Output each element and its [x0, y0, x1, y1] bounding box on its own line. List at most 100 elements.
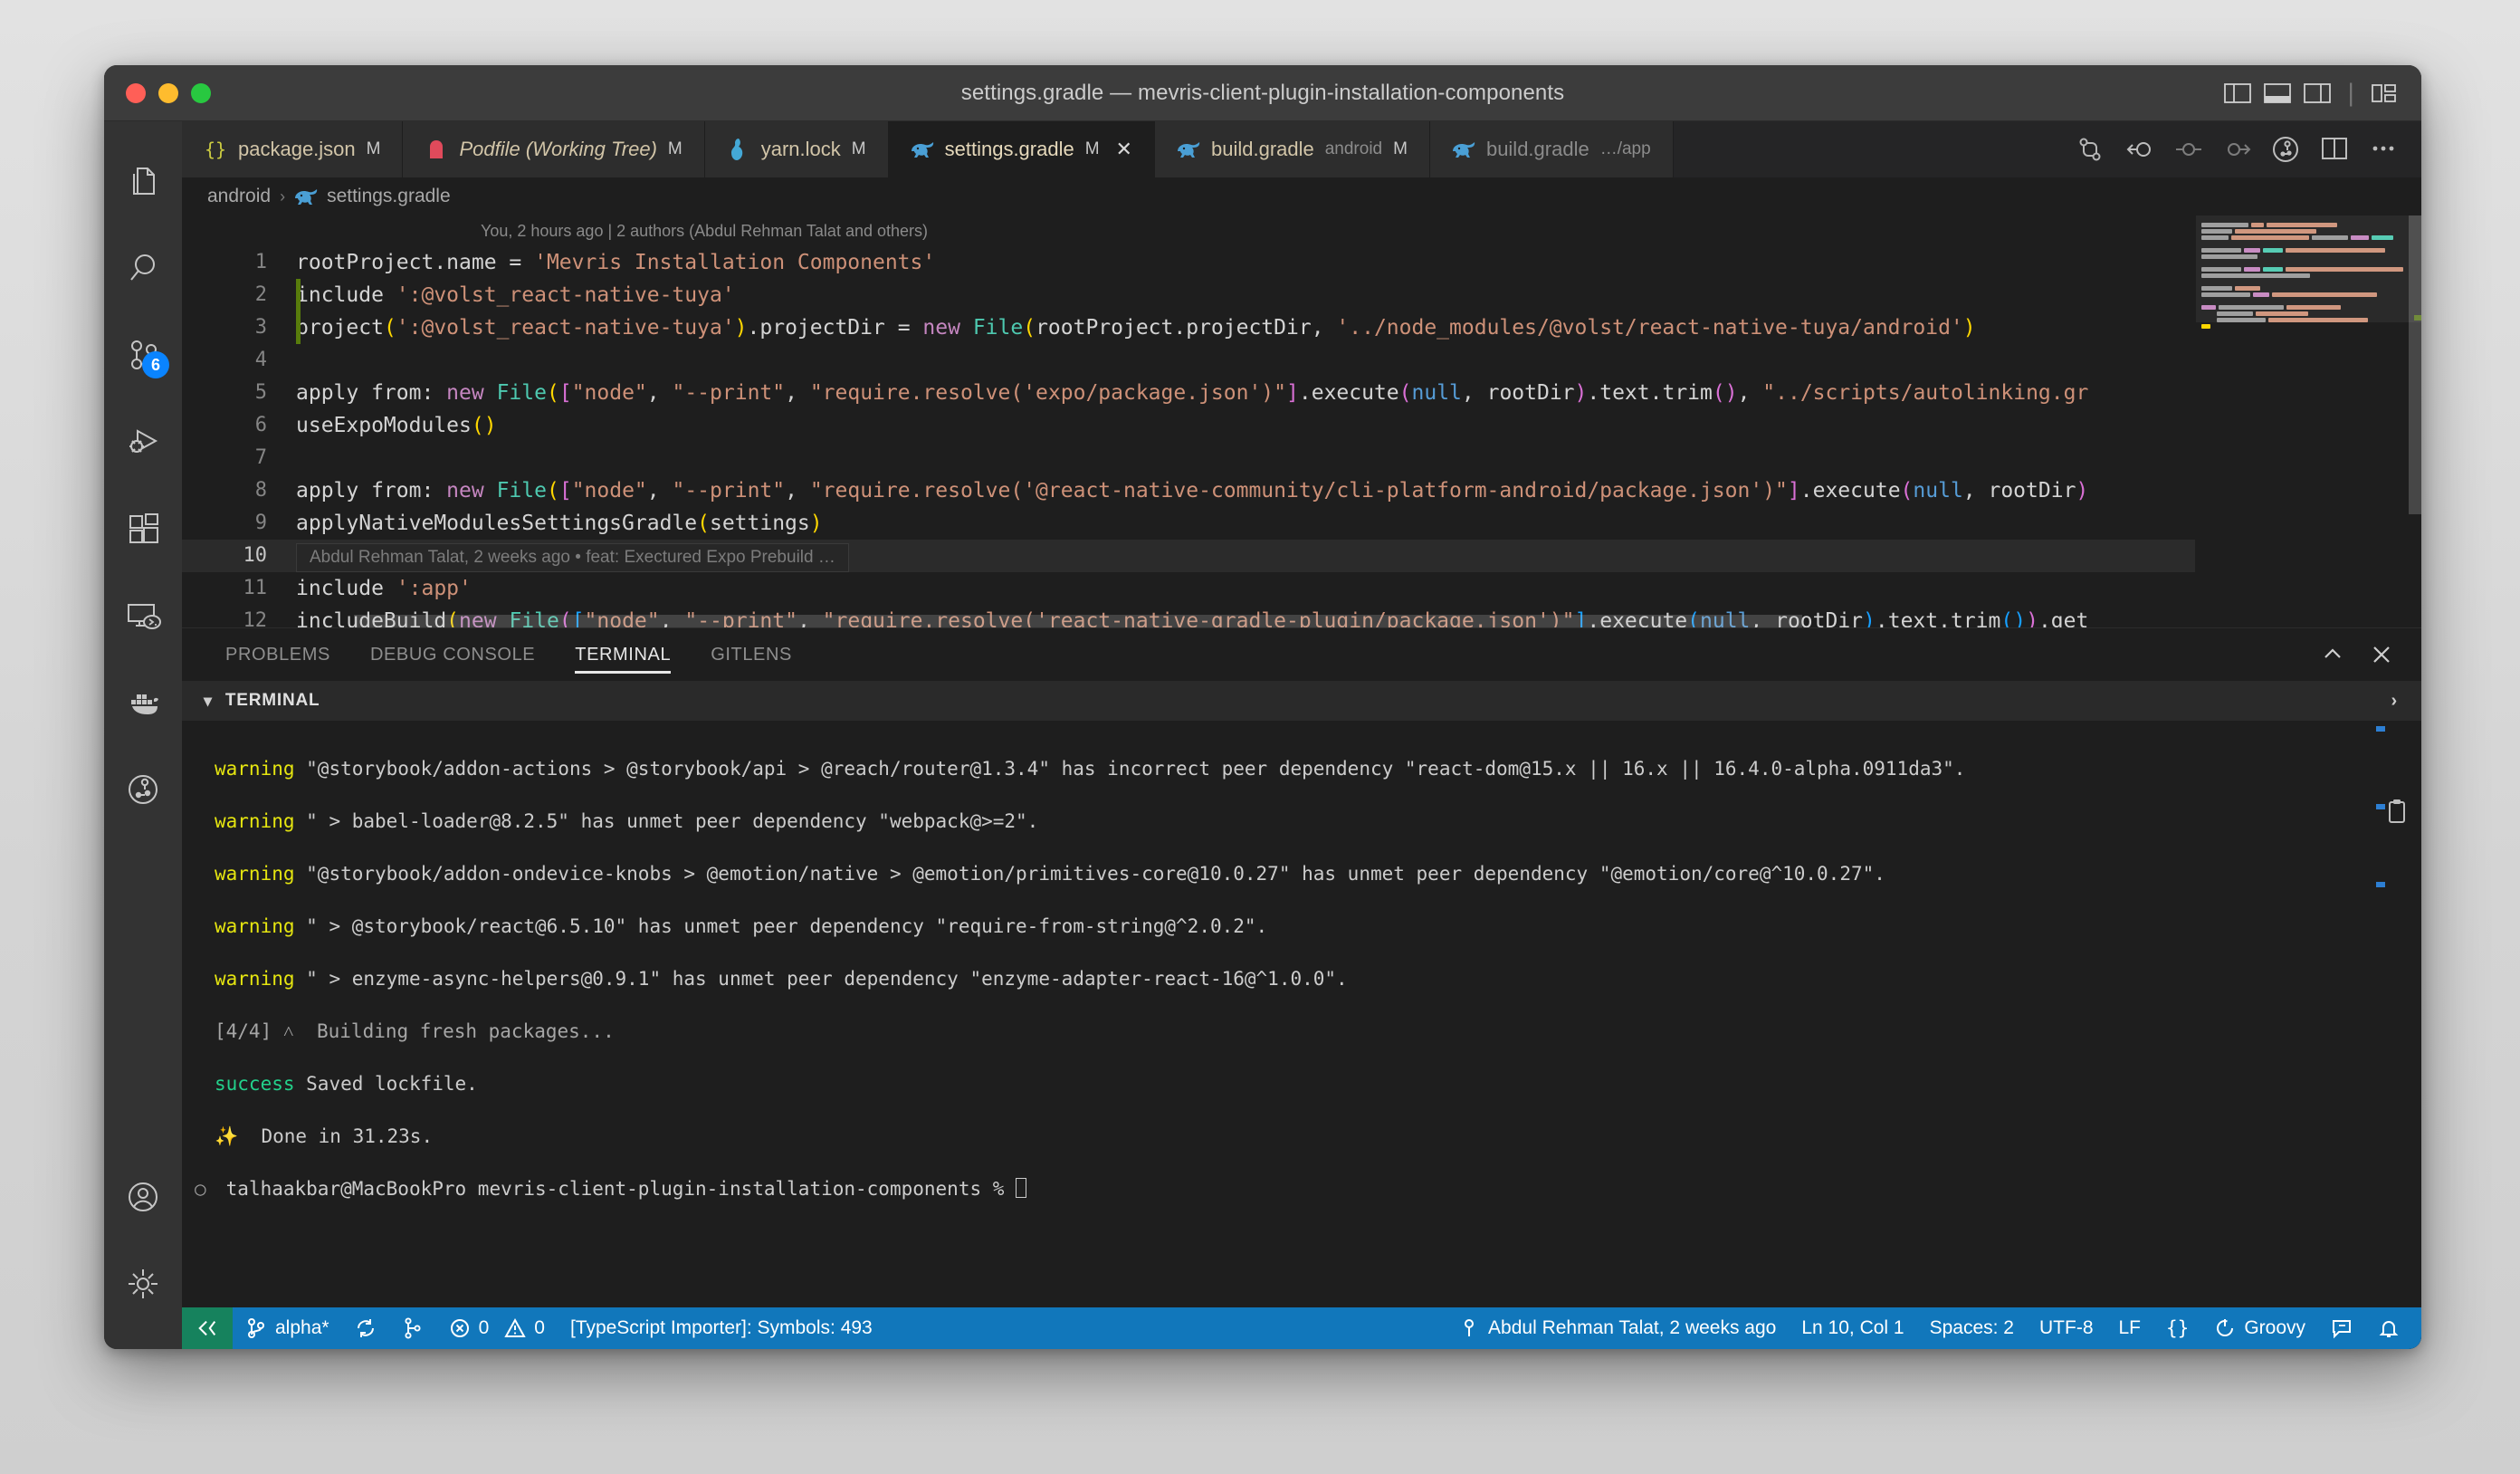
terminal-scrollbar[interactable]	[2376, 721, 2385, 1307]
toggle-panel-icon[interactable]	[2264, 82, 2292, 104]
tab-gitlens[interactable]: GITLENS	[691, 628, 812, 681]
tab-build-gradle-android[interactable]: build.gradle android M	[1154, 121, 1430, 177]
breadcrumb-file[interactable]: settings.gradle	[327, 186, 451, 207]
breadcrumb-folder[interactable]: android	[207, 186, 271, 207]
zoom-button[interactable]	[191, 82, 211, 103]
editor-horizontal-scrollbar[interactable]	[354, 615, 1802, 627]
split-editor-icon[interactable]	[2320, 135, 2349, 164]
minimap-viewport-slider[interactable]	[2196, 215, 2421, 322]
terminal-line-tag: success	[215, 1073, 295, 1095]
editor-vertical-scrollbar[interactable]	[2409, 215, 2421, 514]
status-git-graph[interactable]	[389, 1307, 436, 1349]
breadcrumb[interactable]: android › settings.gradle	[182, 177, 2421, 215]
tab-podfile-working-tree[interactable]: Podfile (Working Tree) M	[403, 121, 705, 177]
code-line[interactable]: 9 applyNativeModulesSettingsGradle(setti…	[182, 507, 2195, 540]
gitlens-icon[interactable]	[2271, 135, 2300, 164]
terminal-section-header[interactable]: ▾ TERMINAL ›	[182, 681, 2421, 721]
terminal-line-tag: [4/4]	[215, 1020, 272, 1042]
next-change-icon[interactable]	[2222, 135, 2251, 164]
previous-change-icon[interactable]	[2173, 135, 2202, 164]
sidebar-item-manage[interactable]	[104, 1240, 182, 1327]
terminal-command-marker	[2376, 804, 2385, 809]
tab-yarn-lock[interactable]: yarn.lock M	[704, 121, 889, 177]
tab-label: package.json	[238, 138, 356, 160]
braces-icon: {}	[2166, 1317, 2190, 1339]
terminal-expand-icon[interactable]: ›	[2391, 691, 2421, 712]
code-line[interactable]: 3 project(':@volst_react-native-tuya').p…	[182, 311, 2195, 344]
code-line[interactable]: 8 apply from: new File(["node", "--print…	[182, 474, 2195, 507]
status-typescript-importer[interactable]: [TypeScript Importer]: Symbols: 493	[558, 1307, 885, 1349]
terminal-line-text: Saved lockfile.	[294, 1073, 478, 1095]
code-line[interactable]: 6 useExpoModules()	[182, 409, 2195, 442]
status-sync[interactable]	[342, 1307, 389, 1349]
tab-package-json[interactable]: {} package.json M	[182, 121, 404, 177]
status-feedback[interactable]	[2318, 1307, 2365, 1349]
status-eol[interactable]: LF	[2106, 1307, 2154, 1349]
toggle-primary-sidebar-icon[interactable]	[2224, 82, 2252, 104]
close-panel-icon[interactable]	[2369, 642, 2394, 667]
compare-changes-icon[interactable]	[2076, 135, 2105, 164]
tab-debug-console[interactable]: DEBUG CONSOLE	[350, 628, 555, 681]
tab-problems[interactable]: PROBLEMS	[205, 628, 350, 681]
account-icon	[125, 1179, 161, 1215]
toggle-secondary-sidebar-icon[interactable]	[2304, 82, 2332, 104]
status-indentation[interactable]: Spaces: 2	[1917, 1307, 2027, 1349]
status-blame[interactable]: Abdul Rehman Talat, 2 weeks ago	[1446, 1307, 1789, 1349]
code-line[interactable]: 5 apply from: new File(["node", "--print…	[182, 377, 2195, 409]
copy-output-icon[interactable]	[2385, 746, 2409, 823]
status-notifications[interactable]	[2365, 1307, 2421, 1349]
line-number: 4	[254, 349, 267, 371]
sidebar-item-docker[interactable]	[104, 659, 182, 746]
tab-close-icon[interactable]: ✕	[1116, 138, 1132, 161]
line-number: 10	[243, 544, 268, 567]
tab-settings-gradle[interactable]: settings.gradle M ✕	[888, 121, 1155, 177]
dirty-diff-marker	[296, 311, 301, 344]
terminal-line-text: " > @storybook/react@6.5.10" has unmet p…	[294, 915, 1268, 937]
sidebar-item-remote-explorer[interactable]	[104, 572, 182, 659]
sidebar-item-run-and-debug[interactable]	[104, 398, 182, 485]
line-content: Abdul Rehman Talat, 2 weeks ago • feat: …	[291, 540, 849, 572]
status-encoding[interactable]: UTF-8	[2027, 1307, 2106, 1349]
terminal-command-marker	[2376, 726, 2385, 732]
breadcrumb-separator-icon: ›	[280, 187, 286, 206]
tab-build-gradle-app[interactable]: build.gradle …/app	[1429, 121, 1674, 177]
sidebar-item-extensions[interactable]	[104, 485, 182, 572]
sidebar-item-explorer[interactable]	[104, 138, 182, 225]
desktop-background: settings.gradle — mevris-client-plugin-i…	[0, 0, 2520, 1474]
status-problems[interactable]: 0 0	[436, 1307, 558, 1349]
code-line[interactable]: 1 rootProject.name = 'Mevris Installatio…	[182, 246, 2195, 279]
open-changes-icon[interactable]	[2124, 135, 2153, 164]
docker-icon	[124, 687, 162, 718]
inline-blame-annotation[interactable]: Abdul Rehman Talat, 2 weeks ago • feat: …	[296, 543, 849, 572]
code-line[interactable]: 11 include ':app'	[182, 572, 2195, 605]
collapse-panel-icon[interactable]	[2320, 642, 2345, 667]
chevron-down-icon[interactable]: ▾	[204, 692, 213, 711]
sidebar-item-search[interactable]	[104, 225, 182, 311]
tab-label: yarn.lock	[760, 138, 841, 160]
close-button[interactable]	[126, 82, 146, 103]
line-number: 2	[254, 283, 267, 306]
code-line-current[interactable]: 10 Abdul Rehman Talat, 2 weeks ago • fea…	[182, 540, 2195, 572]
more-actions-icon[interactable]	[2369, 135, 2398, 164]
sidebar-item-source-control[interactable]: 6	[104, 311, 182, 398]
status-cursor-position[interactable]: Ln 10, Col 1	[1789, 1307, 1916, 1349]
code-editor[interactable]: You, 2 hours ago | 2 authors (Abdul Rehm…	[182, 215, 2195, 627]
remote-window-button[interactable]	[182, 1307, 233, 1349]
customize-layout-icon[interactable]	[2371, 82, 2398, 104]
status-branch[interactable]: alpha*	[233, 1307, 342, 1349]
minimize-button[interactable]	[158, 82, 178, 103]
sidebar-item-accounts[interactable]	[104, 1153, 182, 1240]
terminal-line: warning "@storybook/addon-actions > @sto…	[215, 756, 2421, 782]
editor-minimap[interactable]	[2195, 215, 2421, 627]
remote-window-icon	[196, 1317, 218, 1339]
codelens-blame[interactable]: You, 2 hours ago | 2 authors (Abdul Rehm…	[182, 215, 2195, 246]
sidebar-item-gitlens[interactable]	[104, 746, 182, 833]
code-lines: 1 rootProject.name = 'Mevris Installatio…	[182, 246, 2195, 627]
status-braces[interactable]: {}	[2153, 1307, 2201, 1349]
code-line[interactable]: 7	[182, 442, 2195, 474]
terminal-output[interactable]: warning "@storybook/addon-actions > @sto…	[182, 721, 2421, 1307]
status-language-mode[interactable]: Groovy	[2201, 1307, 2318, 1349]
code-line[interactable]: 4	[182, 344, 2195, 377]
code-line[interactable]: 2 include ':@volst_react-native-tuya'	[182, 279, 2195, 311]
tab-terminal[interactable]: TERMINAL	[555, 628, 691, 681]
